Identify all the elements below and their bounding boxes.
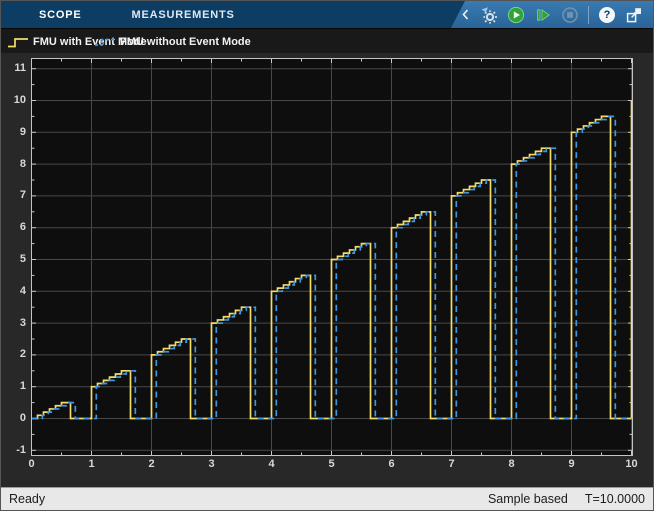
status-sim-time: T=10.0000 [585, 492, 645, 506]
x-tick-label: 8 [499, 458, 525, 470]
x-tick-label: 7 [439, 458, 465, 470]
tab-scope[interactable]: SCOPE [35, 9, 86, 21]
blue-arrow-badge-icon [482, 7, 489, 12]
y-tick-label: 7 [1, 188, 26, 203]
tab-measurements[interactable]: MEASUREMENTS [128, 9, 239, 21]
collapse-toolstrip-icon[interactable] [462, 9, 469, 20]
x-tick-label: 5 [319, 458, 345, 470]
y-tick-label: 6 [1, 220, 26, 235]
y-tick-label: 9 [1, 125, 26, 140]
stop-button[interactable] [561, 6, 579, 24]
y-tick-label: 8 [1, 157, 26, 172]
y-tick-label: 3 [1, 316, 26, 331]
y-tick-label: -1 [1, 443, 26, 458]
y-tick-label: 4 [1, 284, 26, 299]
legend-label: FMU without Event Mode [120, 36, 251, 48]
stop-circle-icon [561, 6, 579, 24]
y-tick-label: 11 [1, 61, 26, 76]
step-forward-icon [534, 6, 552, 24]
simulation-settings-button[interactable] [480, 6, 498, 24]
y-tick-label: 0 [1, 411, 26, 426]
legend-bar: FMU with Event Mode FMU without Event Mo… [1, 28, 653, 53]
legend-item-fmu-without-event-mode[interactable]: FMU without Event Mode [94, 29, 251, 54]
x-tick-label: 10 [619, 458, 645, 470]
plot-area[interactable]: -101234567891011 012345678910 [1, 53, 654, 489]
run-button[interactable] [507, 6, 525, 24]
x-tick-label: 0 [19, 458, 45, 470]
x-tick-label: 6 [379, 458, 405, 470]
x-tick-label: 1 [79, 458, 105, 470]
dock-scope-button[interactable] [625, 6, 643, 24]
dashed-step-line-icon [94, 35, 116, 49]
solid-step-line-icon [7, 35, 29, 49]
status-ready-text: Ready [9, 492, 45, 506]
step-forward-button[interactable] [534, 6, 552, 24]
y-tick-label: 10 [1, 93, 26, 108]
x-tick-label: 9 [559, 458, 585, 470]
scope-window: SCOPE MEASUREMENTS [0, 0, 654, 511]
play-circle-icon [507, 6, 525, 24]
quick-access-toolbar: ? [451, 1, 653, 28]
toolbar-separator [588, 6, 589, 24]
help-button[interactable]: ? [598, 6, 616, 24]
question-mark-icon: ? [599, 7, 615, 23]
toolstrip-tab-bar: SCOPE MEASUREMENTS [1, 1, 653, 28]
y-tick-label: 2 [1, 347, 26, 362]
x-tick-label: 4 [259, 458, 285, 470]
status-bar: Ready Sample based T=10.0000 [1, 487, 653, 510]
x-tick-label: 3 [199, 458, 225, 470]
plot-canvas[interactable] [31, 58, 633, 456]
y-tick-label: 5 [1, 252, 26, 267]
y-tick-label: 1 [1, 379, 26, 394]
dock-window-icon [625, 6, 643, 24]
status-sample-mode: Sample based [488, 492, 568, 506]
x-tick-label: 2 [139, 458, 165, 470]
gear-icon [483, 10, 497, 23]
